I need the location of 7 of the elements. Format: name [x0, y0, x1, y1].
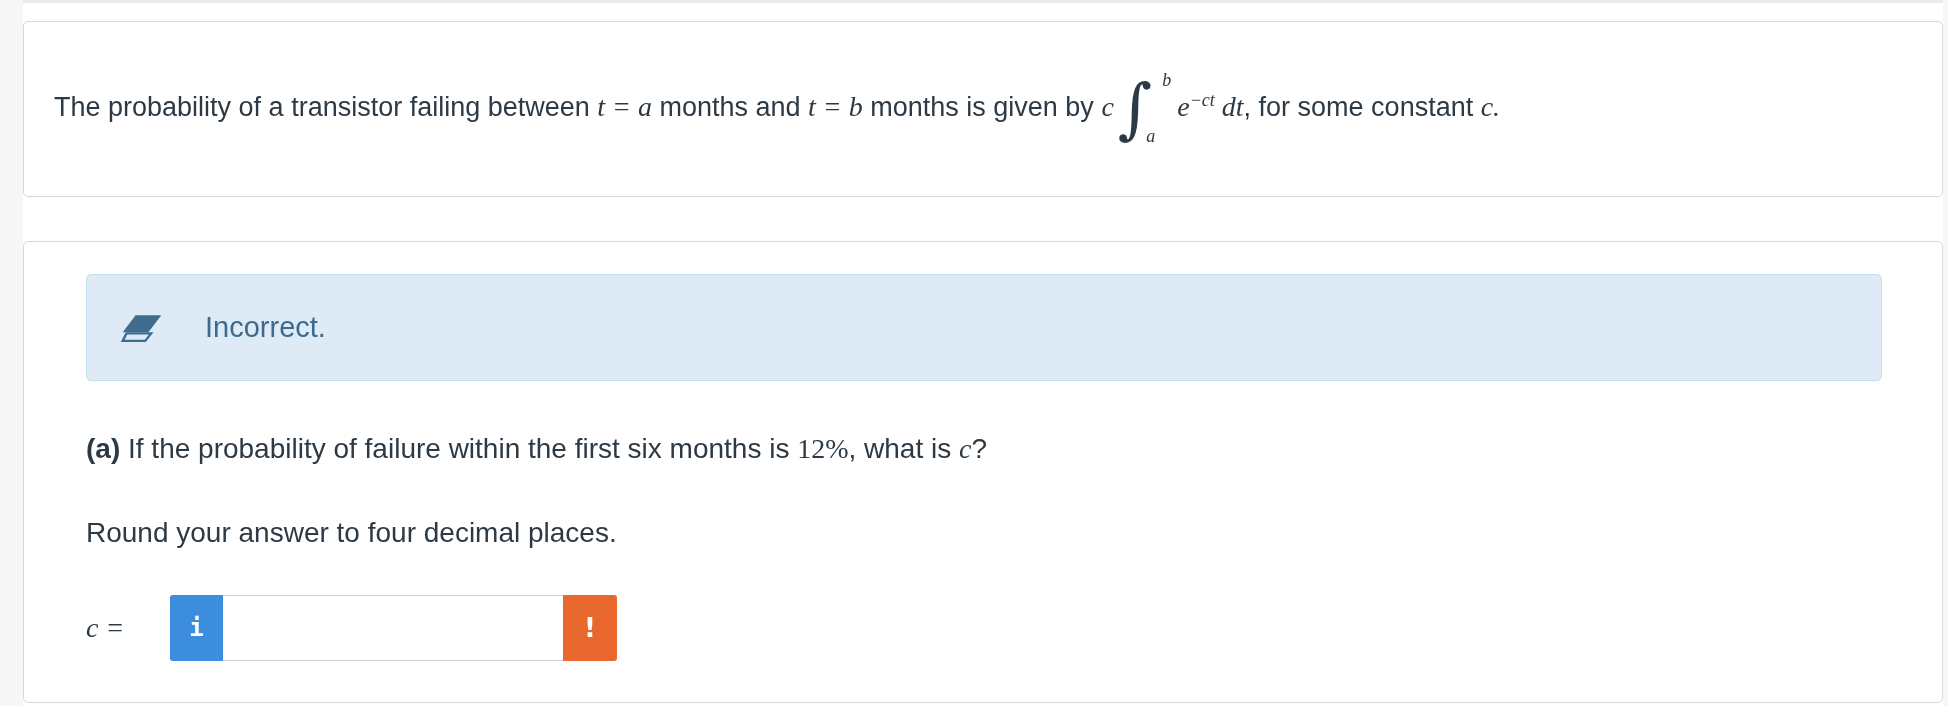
- question-text: (a) If the probability of failure within the first six months is 12%, what is c?: [86, 433, 988, 465]
- answer-field[interactable]: [223, 595, 563, 661]
- warning-button[interactable]: !: [563, 595, 617, 661]
- feedback-text: Incorrect.: [205, 311, 326, 344]
- variable-label: c =: [86, 612, 126, 644]
- instruction-text: Round your answer to four decimal places.: [86, 517, 618, 549]
- info-button[interactable]: i: [170, 595, 223, 661]
